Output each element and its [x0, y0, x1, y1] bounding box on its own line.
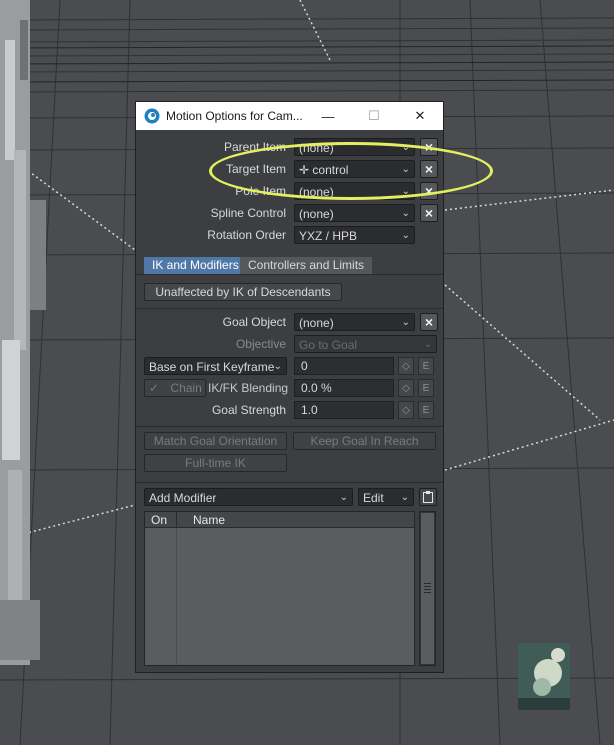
- chain-label: Chain: [170, 381, 202, 395]
- spline-control-dropdown[interactable]: (none) ⌄: [294, 204, 415, 222]
- scrollbar-thumb[interactable]: [421, 513, 434, 664]
- rotation-order-value: YXZ / HPB: [299, 229, 358, 243]
- goal-object-value: (none): [299, 316, 334, 330]
- lightwave-logo-icon: [144, 108, 160, 124]
- link-icon[interactable]: ◇: [398, 357, 414, 375]
- title-bar[interactable]: Motion Options for Cam... — ☐ ✕: [136, 102, 443, 130]
- checkmark-icon: ✓: [149, 381, 160, 395]
- column-divider: [176, 528, 177, 665]
- add-modifier-dropdown[interactable]: Add Modifier ⌄: [144, 488, 353, 506]
- clipboard-button[interactable]: [419, 488, 437, 506]
- clear-spline-control-button[interactable]: ×: [420, 204, 438, 222]
- tab-ik-and-modifiers[interactable]: IK and Modifiers: [144, 257, 247, 274]
- tab-controllers-and-limits[interactable]: Controllers and Limits: [240, 257, 373, 274]
- section-divider: [136, 426, 443, 427]
- tab-bar: IK and Modifiers Controllers and Limits: [144, 257, 444, 274]
- close-icon: ×: [424, 314, 434, 330]
- spline-control-label: Spline Control: [210, 206, 286, 220]
- thumbnail-image: [518, 643, 570, 710]
- add-modifier-label: Add Modifier: [149, 491, 217, 505]
- modifier-list-header: On Name: [145, 512, 414, 528]
- close-icon: ×: [424, 205, 434, 221]
- link-icon[interactable]: ◇: [398, 401, 414, 419]
- full-time-ik-button[interactable]: Full-time IK: [144, 454, 287, 472]
- minimize-button[interactable]: —: [305, 102, 351, 130]
- column-header-name[interactable]: Name: [193, 513, 225, 527]
- objective-dropdown[interactable]: Go to Goal ⌄: [294, 335, 437, 353]
- match-goal-orientation-button[interactable]: Match Goal Orientation: [144, 432, 287, 450]
- modifier-list[interactable]: On Name: [144, 511, 415, 666]
- objective-value: Go to Goal: [299, 338, 358, 352]
- clear-goal-object-button[interactable]: ×: [420, 313, 438, 331]
- modifier-list-scrollbar[interactable]: [419, 511, 436, 666]
- section-divider: [136, 308, 443, 309]
- chevron-down-icon: ⌄: [401, 230, 410, 241]
- column-divider: [176, 512, 177, 527]
- unaffected-by-ik-button[interactable]: Unaffected by IK of Descendants: [144, 283, 342, 301]
- chain-toggle[interactable]: ✓ Chain: [144, 379, 206, 397]
- dialog-title: Motion Options for Cam...: [166, 109, 303, 123]
- close-button[interactable]: ✕: [397, 102, 443, 130]
- envelope-button[interactable]: E: [418, 379, 434, 397]
- envelope-button[interactable]: E: [418, 357, 434, 375]
- chevron-down-icon: ⌄: [401, 208, 410, 219]
- chevron-down-icon: ⌄: [401, 317, 410, 328]
- base-on-value: Base on First Keyframe: [149, 360, 275, 374]
- goal-strength-field[interactable]: 1.0: [294, 401, 394, 419]
- rotation-order-dropdown[interactable]: YXZ / HPB ⌄: [294, 226, 415, 244]
- chevron-down-icon: ⌄: [400, 492, 409, 503]
- clipboard-icon: [423, 491, 433, 503]
- chevron-down-icon: ⌄: [339, 492, 348, 503]
- spline-control-value: (none): [299, 207, 334, 221]
- tab-divider: [136, 274, 443, 275]
- column-header-on[interactable]: On: [151, 513, 167, 527]
- goal-object-label: Goal Object: [222, 315, 286, 329]
- keep-goal-in-reach-button[interactable]: Keep Goal In Reach: [293, 432, 436, 450]
- maximize-button[interactable]: ☐: [351, 102, 397, 130]
- base-on-field[interactable]: 0: [294, 357, 394, 375]
- rotation-order-label: Rotation Order: [207, 228, 286, 242]
- annotation-ellipse: [209, 142, 493, 200]
- ik-fk-blending-field[interactable]: 0.0 %: [294, 379, 394, 397]
- base-on-keyframe-dropdown[interactable]: Base on First Keyframe ⌄: [144, 357, 287, 375]
- goal-strength-label: Goal Strength: [211, 403, 286, 417]
- chevron-down-icon: ⌄: [273, 361, 282, 372]
- chevron-down-icon: ⌄: [423, 339, 432, 350]
- edit-label: Edit: [363, 491, 384, 505]
- objective-label: Objective: [235, 337, 286, 351]
- goal-object-dropdown[interactable]: (none) ⌄: [294, 313, 415, 331]
- section-divider: [136, 482, 443, 483]
- envelope-button[interactable]: E: [418, 401, 434, 419]
- link-icon[interactable]: ◇: [398, 379, 414, 397]
- edit-dropdown[interactable]: Edit ⌄: [358, 488, 414, 506]
- ik-fk-blending-label: IK/FK Blending: [208, 381, 289, 395]
